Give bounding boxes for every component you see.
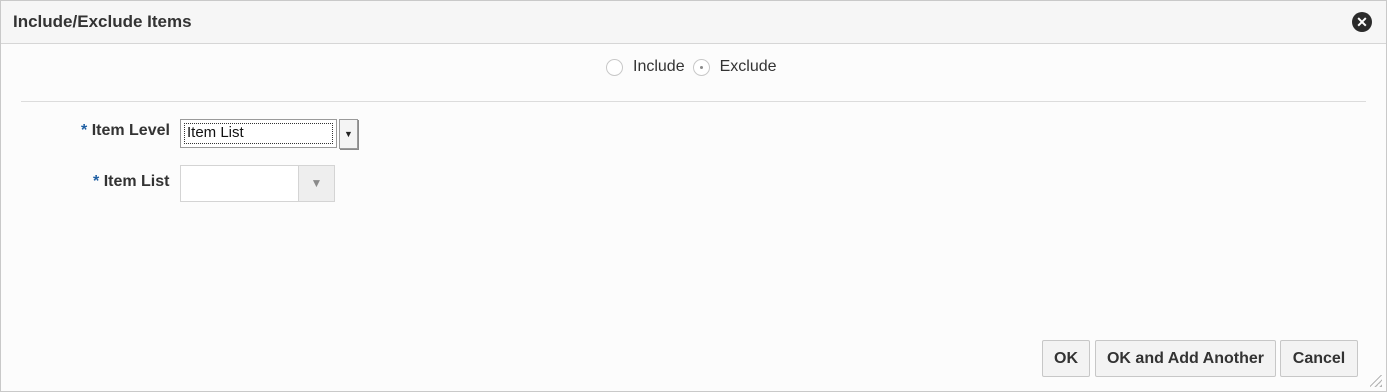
include-label[interactable]: Include bbox=[633, 58, 685, 76]
item-level-value-field[interactable]: Item List bbox=[180, 119, 337, 148]
dropdown-arrow-icon[interactable]: ▼ bbox=[298, 165, 335, 202]
exclude-radio[interactable] bbox=[692, 58, 710, 76]
section-divider bbox=[21, 101, 1366, 102]
dropdown-arrow-icon[interactable]: ▼ bbox=[339, 119, 358, 149]
dialog-title: Include/Exclude Items bbox=[13, 12, 192, 31]
required-marker: * bbox=[81, 122, 88, 139]
item-list-label-text: Item List bbox=[103, 173, 170, 190]
required-marker: * bbox=[93, 173, 100, 190]
dialog-titlebar: Include/Exclude Items ✕ bbox=[1, 1, 1386, 44]
exclude-label[interactable]: Exclude bbox=[720, 58, 777, 76]
item-list-combobox[interactable]: ▼ bbox=[180, 165, 335, 202]
cancel-button[interactable]: Cancel bbox=[1280, 340, 1358, 377]
ok-and-add-another-button[interactable]: OK and Add Another bbox=[1095, 340, 1276, 377]
item-list-label: * Item List bbox=[93, 173, 169, 191]
item-level-select[interactable]: Item List ▼ bbox=[180, 119, 359, 150]
resize-grip-icon[interactable] bbox=[1370, 375, 1382, 387]
item-level-label: * Item Level bbox=[81, 122, 170, 140]
item-list-input[interactable] bbox=[180, 165, 299, 202]
ok-button[interactable]: OK bbox=[1042, 340, 1090, 377]
include-exclude-dialog: Include/Exclude Items ✕ Include Exclude … bbox=[0, 0, 1387, 392]
item-level-value: Item List bbox=[187, 124, 244, 141]
close-icon[interactable]: ✕ bbox=[1352, 12, 1372, 32]
include-radio[interactable] bbox=[606, 58, 623, 76]
item-level-label-text: Item Level bbox=[91, 122, 170, 139]
include-exclude-radio-group: Include Exclude bbox=[606, 58, 785, 76]
